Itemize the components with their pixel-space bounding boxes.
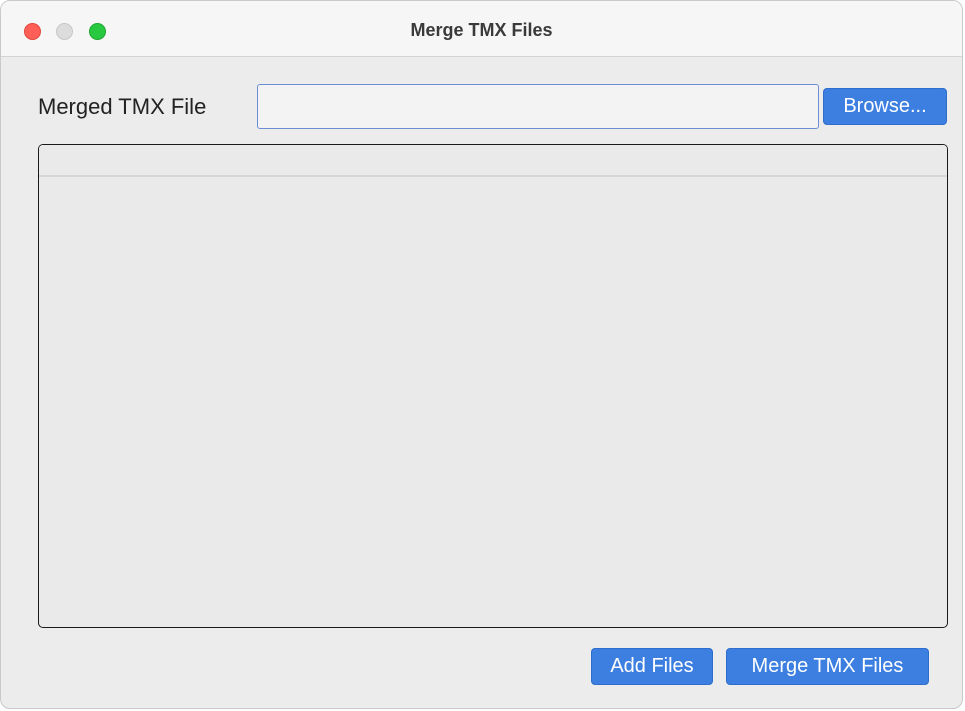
title-bar[interactable]: Merge TMX Files	[1, 1, 962, 57]
browse-button[interactable]: Browse...	[823, 88, 947, 125]
file-list-header	[39, 145, 947, 177]
window-title: Merge TMX Files	[410, 20, 553, 40]
add-files-button[interactable]: Add Files	[591, 648, 713, 685]
file-list-table[interactable]	[38, 144, 948, 628]
merged-file-label: Merged TMX File	[38, 94, 207, 119]
merged-file-input[interactable]	[257, 84, 819, 129]
merge-tmx-files-button[interactable]: Merge TMX Files	[726, 648, 929, 685]
merge-tmx-window: Merge TMX Files Merged TMX File Browse..…	[0, 0, 963, 709]
file-list-body[interactable]	[39, 177, 947, 627]
